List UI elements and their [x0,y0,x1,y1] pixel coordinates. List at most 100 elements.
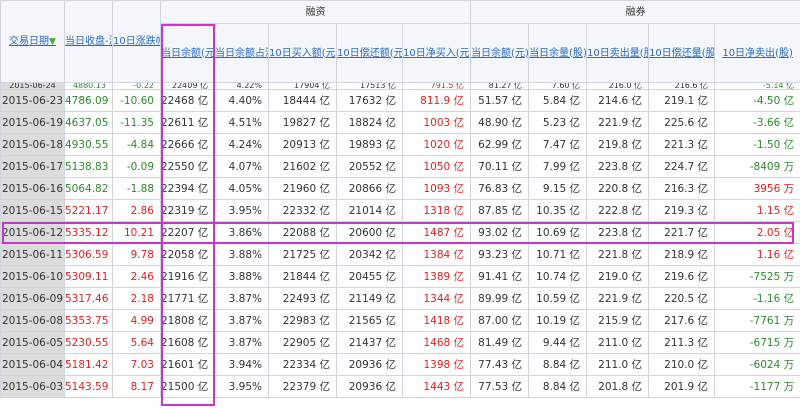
header-close-label[interactable]: 当日收盘-沪深300 [66,36,112,47]
cell-sec-volume: 10.71 亿 [528,243,588,266]
header-sec-volume-label[interactable]: 当日余量(股) [530,48,586,59]
cell-sec-volume: 7.99 亿 [528,155,588,178]
cell-change: 2.46 [112,265,161,288]
cell-fin-repay: 21565 亿 [336,309,403,332]
cell-sec-net: -7525 万 [714,265,800,288]
cell-sec-balance: 70.11 亿 [470,155,530,178]
cell-sec-balance: 87.85 亿 [470,199,530,222]
header-fin-repay[interactable]: 10日偿还额(元) [336,23,403,83]
table-row[interactable]: 2015-06-08 5353.75 4.99 21808 亿 3.87% 22983 亿… [0,309,800,332]
header-fin-net-label[interactable]: 10日净买入(元) [404,48,470,59]
cell-sec-balance: 91.41 亿 [470,265,530,288]
cell-fin-ratio: 3.87% [214,309,269,332]
cell-fin-ratio: 4.05% [214,177,269,200]
cell-fin-net: 1443 亿 [401,375,472,398]
table-row[interactable]: 2015-06-16 5064.82 -1.88 22394 亿 4.05% 21960 … [0,177,800,200]
cell-sec-repay: 219.1 亿 [648,89,716,112]
table-row[interactable]: 2015-06-04 5181.42 7.03 21601 亿 3.94% 22334 亿… [0,353,800,376]
header-change[interactable]: 10日涨跌幅(%)-沪深300 [112,0,161,83]
cell-change: 2.86 [112,199,161,222]
cell-date: 2015-06-15 [0,199,65,222]
cell-fin-ratio: 4.51% [214,111,269,134]
header-fin-ratio-label[interactable]: 当日余额占流通市值比 [216,48,268,59]
header-fin-balance-label[interactable]: 当日余额(元) [162,48,214,59]
cell-fin-net: 1487 亿 [401,221,472,244]
table-row[interactable]: 2015-06-19 4637.05 -11.35 22611 亿 4.51% 19827… [0,111,800,134]
cell-fin-net: 1389 亿 [401,265,472,288]
cell-fin-balance: 22611 亿 [160,111,215,134]
cell-sec-balance: 77.43 亿 [470,353,530,376]
cell-fin-balance: 22394 亿 [160,177,215,200]
cell-fin-buy: 21844 亿 [268,265,337,288]
cell-sec-net: 3956 万 [714,177,800,200]
cell-fin-balance: 21601 亿 [160,353,215,376]
cell-date: 2015-06-12 [0,221,65,244]
cell-sec-net: -3.66 亿 [714,111,800,134]
header-fin-repay-label[interactable]: 10日偿还额(元) [338,48,402,59]
cell-sec-sell: 223.8 亿 [586,221,650,244]
table-row[interactable]: 2015-06-05 5230.55 5.64 21608 亿 3.87% 22905 亿… [0,331,800,354]
cell-fin-net: 1020 亿 [401,133,472,156]
table-row[interactable]: 2015-06-12 5335.12 10.21 22207 亿 3.86% 22088 … [0,221,800,244]
cell-sec-repay: 220.5 亿 [648,287,716,310]
arrow-down-icon[interactable]: ▼ [49,37,56,47]
cell-fin-buy: 22332 亿 [268,199,337,222]
cell-fin-repay: 17632 亿 [336,89,403,112]
cell-fin-net: 1418 亿 [401,309,472,332]
cell-date: 2015-06-03 [0,375,65,398]
cell-sec-repay: 218.9 亿 [648,243,716,266]
cell-fin-balance: 22666 亿 [160,133,215,156]
table-row[interactable]: 2015-06-24 4880.13 -0.22 22409 亿 4.22% 17904 … [0,82,800,90]
header-fin-balance[interactable]: 当日余额(元) [160,23,215,83]
header-fin-ratio[interactable]: 当日余额占流通市值比 [214,23,269,83]
header-sec-repay[interactable]: 10日偿还量(股) [648,23,716,83]
cell-fin-ratio: 3.88% [214,265,269,288]
header-change-label[interactable]: 10日涨跌幅(%)-沪深300 [114,36,160,47]
table-row[interactable]: 2015-06-18 4930.55 -4.84 22666 亿 4.24% 20913 … [0,133,800,156]
table-row[interactable]: 2015-06-10 5309.11 2.46 21916 亿 3.88% 21844 亿… [0,265,800,288]
header-date[interactable]: 交易日期▼ [0,0,65,83]
cell-sec-repay: 224.7 亿 [648,155,716,178]
header-sec-sell-label[interactable]: 10日卖出量(股) [588,48,648,59]
cell-fin-repay: 18824 亿 [336,111,403,134]
table-row[interactable]: 2015-06-11 5306.59 9.78 22058 亿 3.88% 21725 亿… [0,243,800,266]
header-fin-buy-label[interactable]: 10日买入额(元) [270,48,336,59]
table-row[interactable]: 2015-06-17 5138.83 -0.09 22550 亿 4.07% 21602 … [0,155,800,178]
cell-sec-volume: 5.84 亿 [528,89,588,112]
table-body: 2015-06-24 4880.13 -0.22 22409 亿 4.22% 17904 … [0,82,800,398]
cell-sec-volume: 10.19 亿 [528,309,588,332]
cell-sec-net: -1.50 亿 [714,133,800,156]
cell-sec-repay: 221.3 亿 [648,133,716,156]
header-fin-buy[interactable]: 10日买入额(元) [268,23,337,83]
header-fin-net[interactable]: 10日净买入(元) [401,23,472,83]
cell-sec-net: -5.14 亿 [714,82,800,90]
header-sec-repay-label[interactable]: 10日偿还量(股) [650,48,714,59]
cell-fin-ratio: 3.95% [214,199,269,222]
header-sec-net-label[interactable]: 10日净卖出(股) [722,48,793,59]
cell-date: 2015-06-23 [0,89,65,112]
cell-date: 2015-06-24 [0,82,65,90]
header-sec-balance[interactable]: 当日余额(元) [470,23,530,83]
table-row[interactable]: 2015-06-15 5221.17 2.86 22319 亿 3.95% 22332 亿… [0,199,800,222]
cell-sec-net: -8409 万 [714,155,800,178]
table-row[interactable]: 2015-06-23 4786.09 -10.60 22468 亿 4.40% 18444… [0,89,800,112]
header-close[interactable]: 当日收盘-沪深300 [64,0,113,83]
cell-change: 8.17 [112,375,161,398]
cell-date: 2015-06-05 [0,331,65,354]
cell-close: 5221.17 [64,199,113,222]
header-sec-balance-label[interactable]: 当日余额(元) [472,48,528,59]
table-row[interactable]: 2015-06-03 5143.59 8.17 21500 亿 3.95% 22379 亿… [0,375,800,398]
table-row[interactable]: 2015-06-09 5317.46 2.18 21771 亿 3.87% 22493 亿… [0,287,800,310]
cell-fin-repay: 20600 亿 [336,221,403,244]
header-sec-sell[interactable]: 10日卖出量(股) [586,23,650,83]
cell-fin-repay: 17513 亿 [336,82,403,90]
cell-fin-ratio: 3.87% [214,287,269,310]
cell-sec-balance: 81.27 亿 [470,82,530,90]
header-sec-net[interactable]: 10日净卖出(股) [714,23,800,83]
header-date-label[interactable]: 交易日期 [9,36,49,47]
cell-sec-volume: 10.59 亿 [528,287,588,310]
cell-fin-net: 791.5 亿 [401,82,472,90]
margin-trading-table-view: 交易日期▼ 当日收盘-沪深300 10日涨跌幅(%)-沪深300 融资 融券 当… [0,0,800,408]
cell-fin-repay: 20342 亿 [336,243,403,266]
header-sec-volume[interactable]: 当日余量(股) [528,23,588,83]
